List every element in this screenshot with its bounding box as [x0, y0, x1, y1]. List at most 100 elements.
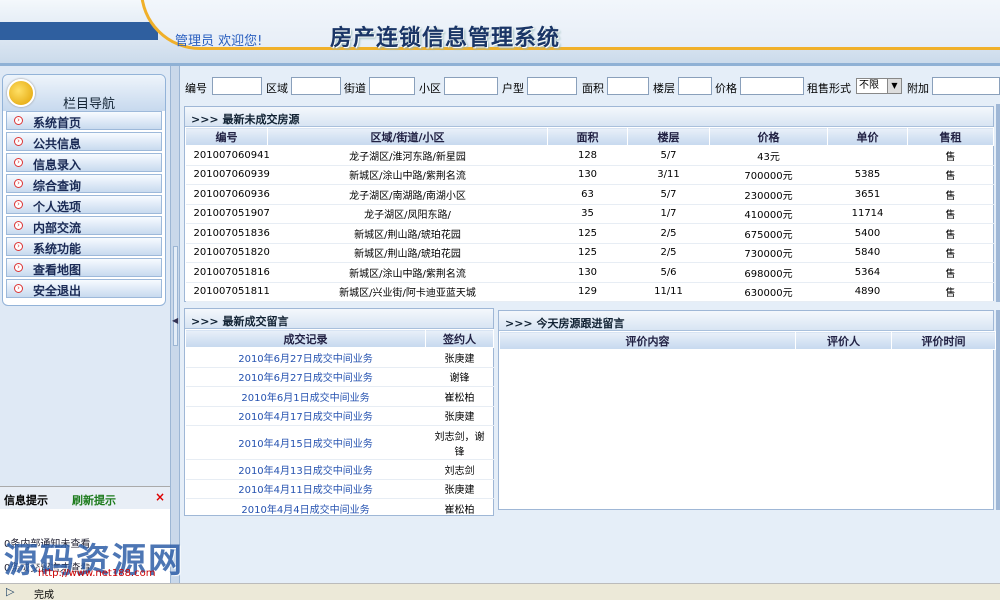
column-header[interactable]: 售租: [907, 127, 994, 146]
close-icon[interactable]: ×: [155, 490, 165, 504]
search-label-layout: 户型: [502, 82, 524, 95]
table-row[interactable]: 2010年6月27日成交中间业务 谢锋: [185, 367, 494, 387]
collapse-arrow-icon[interactable]: ◀: [172, 316, 178, 325]
cube-logo-icon: [7, 79, 35, 107]
listing-price: 230000元: [709, 184, 828, 205]
deal-record-link[interactable]: 2010年6月1日成交中间业务: [185, 386, 426, 407]
nav-item-logout[interactable]: › 安全退出: [6, 279, 162, 298]
search-layout-input[interactable]: [527, 77, 577, 95]
splitter-grip[interactable]: [173, 246, 178, 346]
column-header[interactable]: 评价时间: [891, 331, 996, 350]
table-row[interactable]: 2010年4月4日成交中间业务 崔松柏: [185, 498, 494, 519]
search-district-input[interactable]: [291, 77, 341, 95]
listing-id[interactable]: 201007051907: [185, 204, 270, 224]
nav-item-query[interactable]: › 综合查询: [6, 174, 162, 193]
recent-listings-table: 编号 区域/街道/小区 面积 楼层 价格 单价 售租 201007060941 龙…: [185, 127, 994, 302]
column-header[interactable]: 编号: [185, 127, 268, 146]
column-header[interactable]: 评价内容: [499, 331, 796, 350]
column-header[interactable]: 成交记录: [185, 329, 426, 348]
nav-item-system[interactable]: › 系统功能: [6, 237, 162, 256]
search-community-input[interactable]: [444, 77, 498, 95]
chevron-down-icon[interactable]: ▼: [887, 79, 901, 93]
deal-messages-table: 成交记录 签约人 2010年6月27日成交中间业务 张庚建 2010年6月27日成…: [185, 329, 494, 519]
column-header[interactable]: 评价人: [795, 331, 892, 350]
deal-record-link[interactable]: 2010年4月11日成交中间业务: [185, 479, 426, 499]
table-row[interactable]: 201007051836 新城区/荆山路/琥珀花园 125 2/5 675000元 540…: [185, 223, 994, 244]
listing-type: 售: [907, 243, 994, 263]
listing-id[interactable]: 201007051836: [185, 223, 270, 244]
table-row[interactable]: 201007060941 龙子湖区/淮河东路/新星园 128 5/7 43元 售: [185, 145, 994, 166]
search-extra-input[interactable]: [932, 77, 1000, 95]
table-row[interactable]: 201007051816 新城区/涂山中路/紫荆名流 130 5/6 698000元 53…: [185, 262, 994, 283]
app-header: 管理员 欢迎您! 房产连锁信息管理系统: [0, 0, 1000, 66]
listing-id[interactable]: 201007060941: [185, 145, 270, 166]
deal-record-link[interactable]: 2010年6月27日成交中间业务: [185, 367, 426, 387]
listing-id[interactable]: 201007051820: [185, 243, 270, 263]
panel-splitter[interactable]: ◀: [170, 66, 180, 583]
nav-box: 栏目导航 › 系统首页 › 公共信息 › 信息录入 › 综合查询 › 个人选项 › 内部交流…: [2, 74, 166, 306]
column-header[interactable]: 单价: [827, 127, 908, 146]
user-greeting: 管理员 欢迎您!: [175, 34, 263, 49]
bullet-icon: ›: [14, 221, 23, 230]
table-header-row: 评价内容 评价人 评价时间: [499, 331, 996, 350]
listing-floor: 3/11: [627, 165, 710, 185]
recent-listings-title: >>> 最新未成交房源: [185, 107, 993, 127]
column-header[interactable]: 面积: [547, 127, 628, 146]
column-header[interactable]: 签约人: [425, 329, 494, 348]
table-row[interactable]: 2010年6月1日成交中间业务 崔松柏: [185, 386, 494, 407]
table-row[interactable]: 201007060936 龙子湖区/南湖路/南湖小区 63 5/7 230000元 365…: [185, 184, 994, 205]
table-row[interactable]: 201007060939 新城区/涂山中路/紫荆名流 130 3/11 700000元 5…: [185, 165, 994, 185]
search-id-input[interactable]: [212, 77, 262, 95]
deal-record-link[interactable]: 2010年4月4日成交中间业务: [185, 498, 426, 519]
column-header[interactable]: 区域/街道/小区: [267, 127, 548, 146]
table-row[interactable]: 2010年4月17日成交中间业务 张庚建: [185, 406, 494, 426]
listing-unit-price: 11714: [827, 204, 908, 224]
column-header[interactable]: 价格: [709, 127, 828, 146]
nav-item-data-entry[interactable]: › 信息录入: [6, 153, 162, 172]
right-scroll-edge: [996, 310, 1000, 510]
nav-item-personal[interactable]: › 个人选项: [6, 195, 162, 214]
deal-record-link[interactable]: 2010年6月27日成交中间业务: [185, 347, 426, 368]
nav-item-home[interactable]: › 系统首页: [6, 111, 162, 130]
search-price-input[interactable]: [740, 77, 804, 95]
deal-signer: 刘志剑，谢锋: [425, 425, 494, 460]
search-street-input[interactable]: [369, 77, 415, 95]
search-area-input[interactable]: [607, 77, 649, 95]
table-row[interactable]: 2010年6月27日成交中间业务 张庚建: [185, 347, 494, 368]
listing-id[interactable]: 201007060936: [185, 184, 270, 205]
listing-area: 130: [547, 262, 628, 283]
listing-id[interactable]: 201007051811: [185, 282, 270, 302]
table-header-row: 成交记录 签约人: [185, 329, 494, 348]
table-row[interactable]: 2010年4月15日成交中间业务 刘志剑，谢锋: [185, 425, 494, 460]
bullet-icon: ›: [14, 284, 23, 293]
listing-id[interactable]: 201007060939: [185, 165, 270, 185]
listing-area: 63: [547, 184, 628, 205]
column-header[interactable]: 楼层: [627, 127, 710, 146]
bullet-icon: ›: [14, 116, 23, 125]
notice-title: 信息提示: [4, 494, 48, 507]
bullet-icon: ›: [14, 200, 23, 209]
listing-unit-price: 5364: [827, 262, 908, 283]
deal-record-link[interactable]: 2010年4月15日成交中间业务: [185, 425, 426, 460]
deal-messages-panel: >>> 最新成交留言 成交记录 签约人 2010年6月27日成交中间业务 张庚建 …: [184, 308, 494, 519]
nav-item-label: 个人选项: [33, 200, 82, 214]
listing-unit-price: 5385: [827, 165, 908, 185]
table-row[interactable]: 2010年4月13日成交中间业务 刘志剑: [185, 459, 494, 480]
search-floor-input[interactable]: [678, 77, 712, 95]
rent-sale-select[interactable]: 不限 ▼: [856, 78, 902, 94]
listing-floor: 5/7: [627, 145, 710, 166]
refresh-notice-link[interactable]: 刷新提示: [72, 492, 116, 508]
table-row[interactable]: 201007051820 新城区/荆山路/琥珀花园 125 2/5 730000元 584…: [185, 243, 994, 263]
nav-item-public-info[interactable]: › 公共信息: [6, 132, 162, 151]
table-row[interactable]: 201007051907 龙子湖区/凤阳东路/35 1/7 410000元 11714 售: [185, 204, 994, 224]
nav-item-map[interactable]: › 查看地图: [6, 258, 162, 277]
system-title: 房产连锁信息管理系统: [330, 26, 561, 51]
deal-record-link[interactable]: 2010年4月13日成交中间业务: [185, 459, 426, 480]
listing-id[interactable]: 201007051816: [185, 262, 270, 283]
nav-item-internal[interactable]: › 内部交流: [6, 216, 162, 235]
listing-floor: 2/5: [627, 223, 710, 244]
table-row[interactable]: 201007051811 新城区/兴业街/阿卡迪亚蓝天城 129 11/11 63000…: [185, 282, 994, 302]
deal-signer: 谢锋: [425, 367, 494, 387]
table-row[interactable]: 2010年4月11日成交中间业务 张庚建: [185, 479, 494, 499]
deal-record-link[interactable]: 2010年4月17日成交中间业务: [185, 406, 426, 426]
